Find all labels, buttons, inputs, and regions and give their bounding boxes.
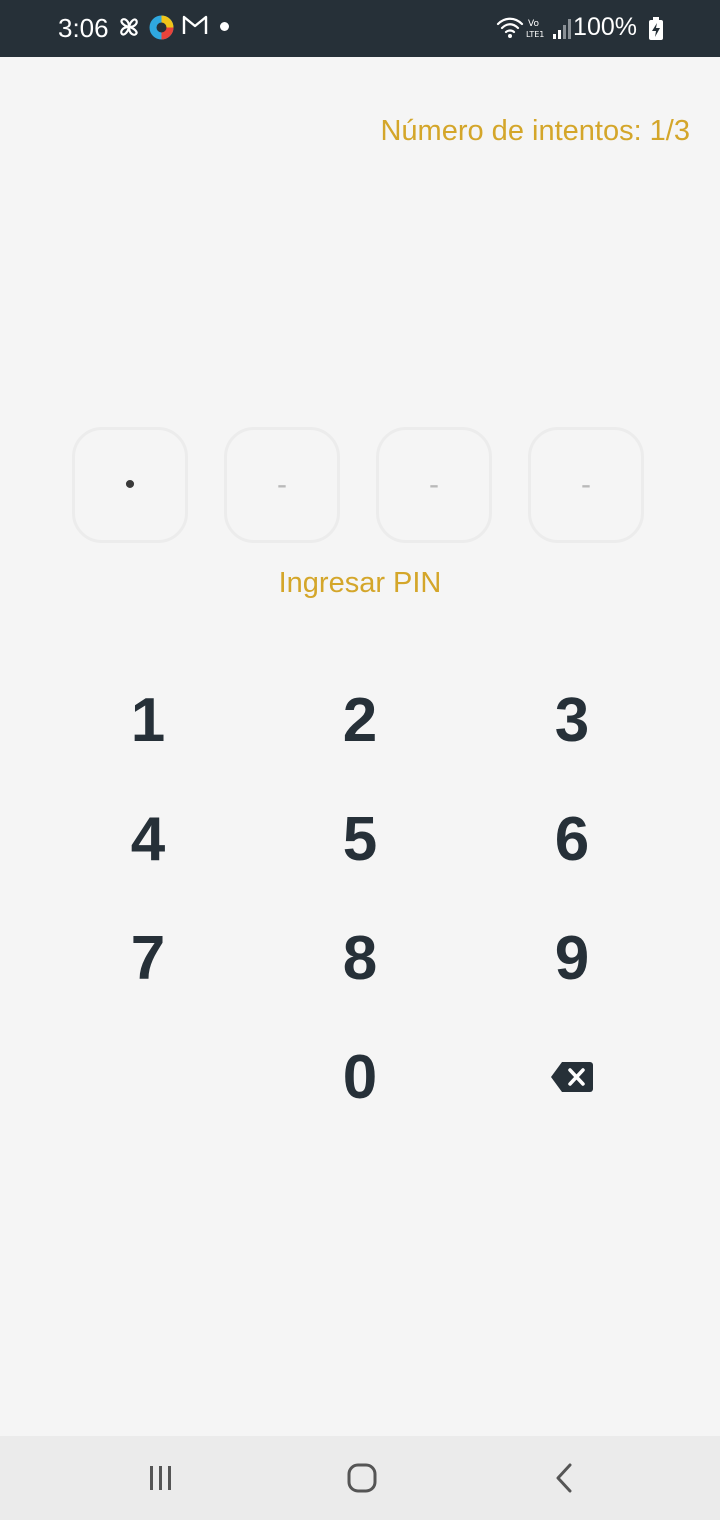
pin-digit-3: - <box>376 427 492 543</box>
pin-digit-value: - <box>581 468 591 501</box>
wifi-icon <box>496 17 524 38</box>
back-button[interactable] <box>534 1458 594 1498</box>
key-2[interactable]: 2 <box>285 670 435 770</box>
home-icon <box>347 1463 377 1493</box>
recent-apps-button[interactable] <box>131 1458 191 1498</box>
key-4[interactable]: 4 <box>73 789 223 889</box>
pin-digit-value: • <box>124 468 136 501</box>
signal-icon <box>553 19 571 39</box>
recent-apps-icon <box>150 1466 171 1490</box>
notification-dot <box>220 22 229 31</box>
battery-charging-icon <box>649 17 663 40</box>
backspace-icon <box>551 1062 593 1092</box>
attempts-label: Número de intentos: 1/3 <box>380 115 690 147</box>
status-bar: 3:06 Vo LTE1 100% <box>0 0 720 57</box>
key-6[interactable]: 6 <box>497 789 647 889</box>
key-3[interactable]: 3 <box>497 670 647 770</box>
battery-percentage: 100% <box>573 13 637 41</box>
pin-prompt: Ingresar PIN <box>278 567 442 599</box>
pin-digit-1: • <box>72 427 188 543</box>
key-0[interactable]: 0 <box>285 1027 435 1127</box>
key-8[interactable]: 8 <box>285 908 435 1008</box>
key-1[interactable]: 1 <box>73 670 223 770</box>
volte-icon: Vo LTE1 <box>526 19 544 39</box>
svg-text:LTE1: LTE1 <box>526 30 544 39</box>
home-button[interactable] <box>332 1458 392 1498</box>
back-icon <box>556 1463 572 1493</box>
gmail-icon <box>182 15 208 34</box>
status-time: 3:06 <box>58 13 109 43</box>
svg-text:Vo: Vo <box>528 19 539 29</box>
pinwheel-icon <box>120 18 138 36</box>
key-7[interactable]: 7 <box>73 908 223 1008</box>
key-9[interactable]: 9 <box>497 908 647 1008</box>
pin-digit-value: - <box>277 468 287 501</box>
pin-digit-2: - <box>224 427 340 543</box>
pin-digit-4: - <box>528 427 644 543</box>
key-5[interactable]: 5 <box>285 789 435 889</box>
backspace-button[interactable] <box>497 1027 647 1127</box>
pin-digit-value: - <box>429 468 439 501</box>
navigation-bar <box>0 1436 720 1520</box>
colorful-app-icon <box>149 15 174 40</box>
